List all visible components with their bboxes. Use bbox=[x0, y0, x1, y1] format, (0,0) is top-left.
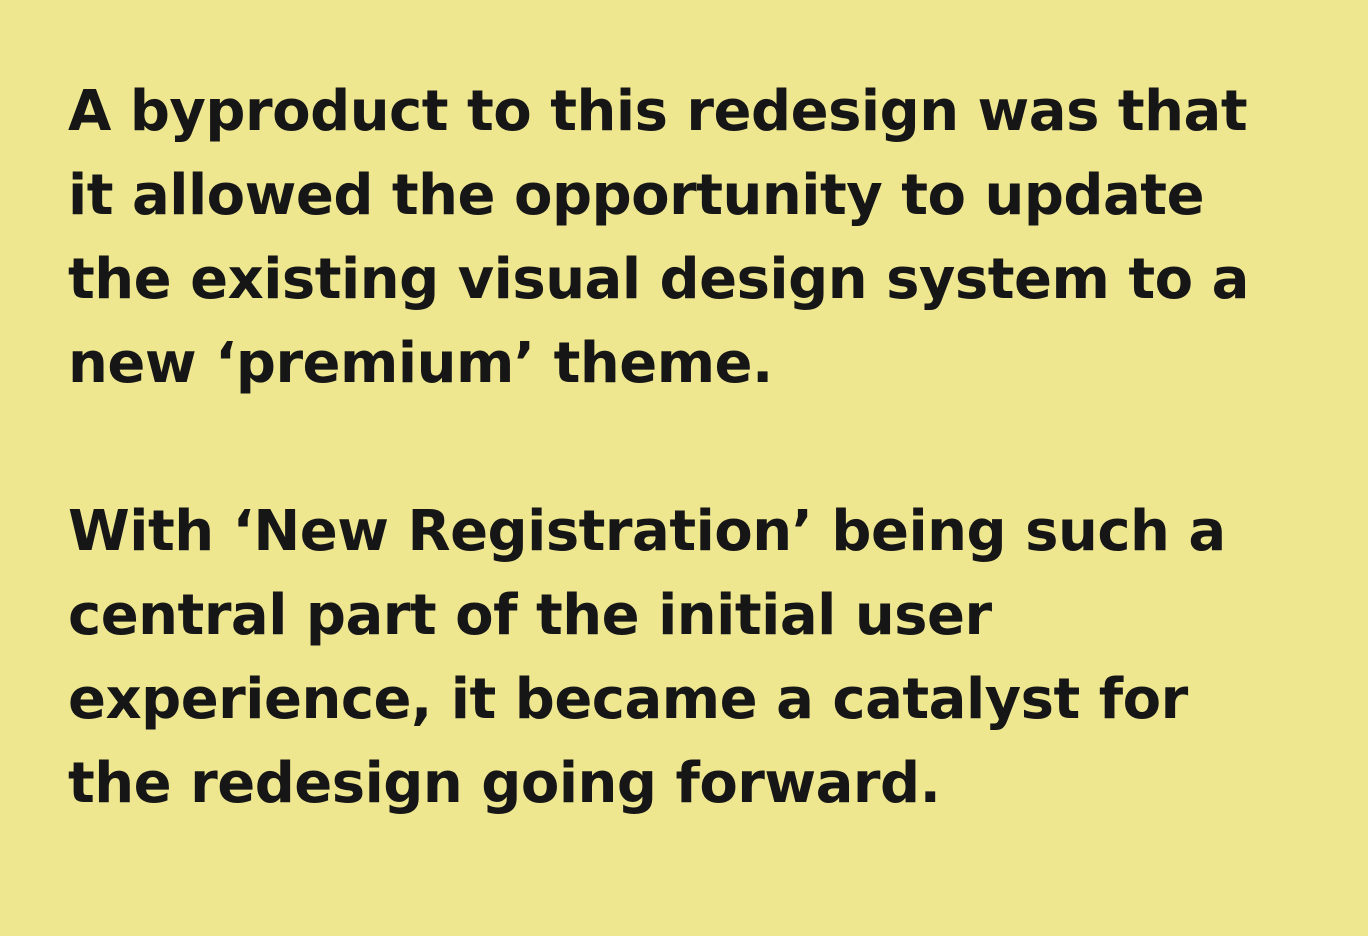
paragraph-2-line-3: experience, it became a catalyst for bbox=[68, 667, 1188, 732]
paragraph-2-line-1: With ‘New Registration’ being such a bbox=[68, 499, 1226, 564]
paragraph-2-line-2: central part of the initial user bbox=[68, 583, 992, 648]
paragraph-1-line-1: A byproduct to this redesign was that bbox=[68, 79, 1248, 144]
paragraph-2-line-4: the redesign going forward. bbox=[68, 751, 941, 816]
paragraph-1-line-3: the existing visual design system to a bbox=[68, 247, 1249, 312]
slide-canvas: A byproduct to this redesign was that it… bbox=[0, 0, 1368, 936]
paragraph-2: With ‘New Registration’ being such a cen… bbox=[68, 490, 1308, 826]
paragraph-1-line-2: it allowed the opportunity to update bbox=[68, 163, 1205, 228]
paragraph-1: A byproduct to this redesign was that it… bbox=[68, 70, 1308, 406]
paragraph-1-line-4: new ‘premium’ theme. bbox=[68, 331, 773, 396]
